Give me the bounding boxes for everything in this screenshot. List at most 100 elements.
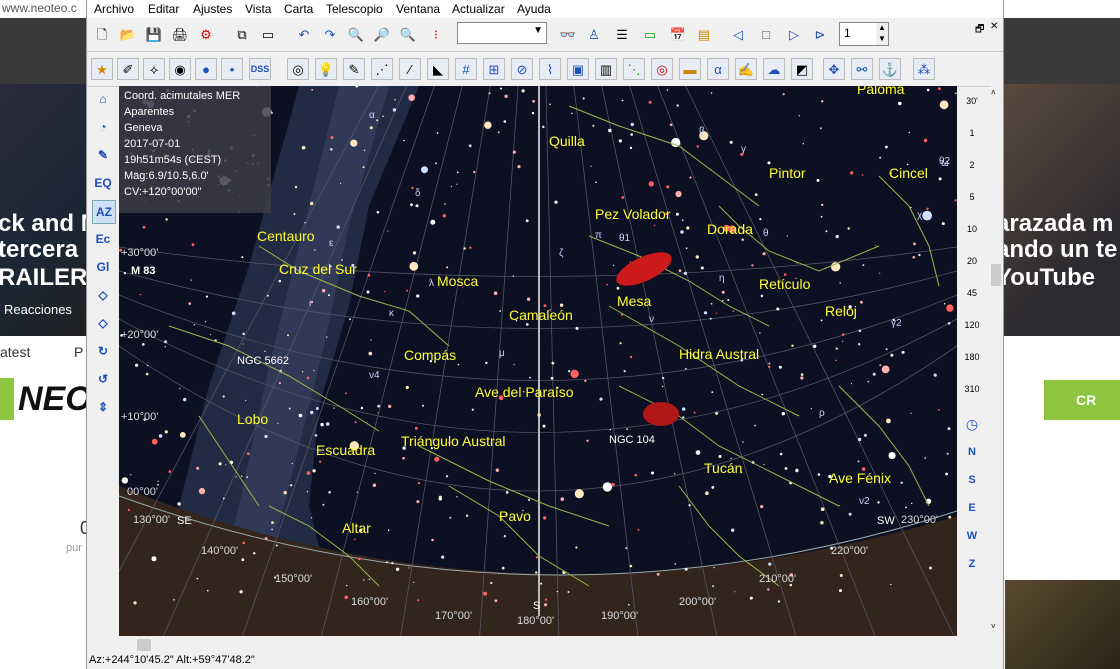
fov-select[interactable]: ▼: [457, 22, 547, 44]
flip-horizontal-icon[interactable]: ◇: [92, 284, 114, 306]
alpha-label-icon[interactable]: α: [707, 58, 729, 80]
copy-icon[interactable]: ⧉: [231, 23, 253, 45]
step-down-arrow-icon[interactable]: ▼: [876, 34, 888, 45]
observer-icon[interactable]: ♙: [583, 23, 605, 45]
sync-icon[interactable]: ◔: [92, 116, 114, 138]
open-folder-icon[interactable]: 📂: [117, 23, 139, 45]
find-icon[interactable]: 🔍: [397, 23, 419, 45]
grid-icon[interactable]: #: [455, 58, 477, 80]
fov-10[interactable]: 10: [957, 224, 987, 234]
ruler-icon[interactable]: ▬: [679, 58, 701, 80]
menu-editar[interactable]: Editar: [148, 2, 179, 16]
stripes-icon[interactable]: ▥: [595, 58, 617, 80]
zoom-in-icon[interactable]: 🔍: [345, 23, 367, 45]
site-logo[interactable]: NEO: [0, 372, 92, 428]
menu-ajustes[interactable]: Ajustes: [193, 2, 232, 16]
save-icon[interactable]: 💾: [143, 23, 165, 45]
azimuthal-button[interactable]: AZ: [92, 200, 116, 224]
latest-tab[interactable]: atest: [0, 344, 30, 360]
ecliptic-button[interactable]: Ec: [92, 228, 114, 250]
previous-icon[interactable]: ◁: [727, 23, 749, 45]
move-icon[interactable]: ✥: [823, 58, 845, 80]
menu-ventana[interactable]: Ventana: [396, 2, 440, 16]
fov-5[interactable]: 5: [957, 192, 987, 202]
browser-url[interactable]: www.neoteo.c: [2, 1, 77, 15]
horizon-view-icon[interactable]: ☁: [763, 58, 785, 80]
grid-labels-icon[interactable]: ⊞: [483, 58, 505, 80]
horizontal-scrollbar[interactable]: [119, 638, 957, 652]
sky-chart[interactable]: Paloma Quilla Pintor Cincel Centauro Pez Vola…: [119, 86, 957, 636]
clock-icon[interactable]: ◷: [957, 416, 987, 433]
label-tool-icon[interactable]: ✍: [735, 58, 757, 80]
window-icon[interactable]: ▭: [257, 23, 279, 45]
vertical-scroll-thumb[interactable]: [991, 264, 1001, 286]
redo-icon[interactable]: ↷: [319, 23, 341, 45]
camera-icon[interactable]: ◎: [287, 58, 309, 80]
direction-north[interactable]: N: [957, 446, 987, 458]
direction-south[interactable]: S: [957, 474, 987, 486]
binoculars-icon[interactable]: 👓: [557, 23, 579, 45]
next-icon[interactable]: ▷: [783, 23, 805, 45]
direction-zenith[interactable]: Z: [957, 558, 987, 570]
bulb-icon[interactable]: 💡: [315, 58, 337, 80]
star-icon[interactable]: ★: [91, 58, 113, 80]
scroll-down-icon[interactable]: ˅: [991, 622, 996, 631]
lines-icon[interactable]: ⋰: [371, 58, 393, 80]
menu-vista[interactable]: Vista: [245, 2, 271, 16]
menu-telescopio[interactable]: Telescopio: [326, 2, 383, 16]
flip-vertical-icon[interactable]: ◇: [92, 312, 114, 334]
galaxy-icon[interactable]: ◉: [169, 58, 191, 80]
pencil-icon[interactable]: ✎: [343, 58, 365, 80]
anchor-icon[interactable]: ⚓: [879, 58, 901, 80]
equatorial-button[interactable]: EQ: [92, 172, 114, 194]
notes-icon[interactable]: ✎: [92, 144, 114, 166]
fov-120[interactable]: 120: [957, 320, 987, 330]
brush-icon[interactable]: ⁄: [399, 58, 421, 80]
link-icon[interactable]: ⚯: [851, 58, 873, 80]
constellation-figure-icon[interactable]: ⌇: [539, 58, 561, 80]
direction-east[interactable]: E: [957, 502, 987, 514]
step-up-arrow-icon[interactable]: ▲: [876, 23, 888, 34]
new-chart-icon[interactable]: 🗋: [91, 23, 113, 45]
horizontal-scroll-thumb[interactable]: [137, 639, 151, 651]
fast-forward-icon[interactable]: ⊳: [809, 23, 831, 45]
night-mode-icon[interactable]: ◩: [791, 58, 813, 80]
comet-icon[interactable]: ✐: [117, 58, 139, 80]
direction-west[interactable]: W: [957, 530, 987, 542]
compass-icon[interactable]: ⊘: [511, 58, 533, 80]
planet-icon[interactable]: ●: [195, 58, 217, 80]
side-photo[interactable]: [1005, 580, 1120, 669]
fov-310[interactable]: 310: [957, 384, 987, 394]
vertical-scrollbar[interactable]: ˄ ˅: [991, 86, 1003, 636]
close-chart-icon[interactable]: ✕: [990, 21, 998, 32]
fov-20[interactable]: 20: [957, 256, 987, 266]
undo-icon[interactable]: ↶: [293, 23, 315, 45]
fov-45[interactable]: 45: [957, 288, 987, 298]
milky-way-icon[interactable]: ◣: [427, 58, 449, 80]
scroll-up-icon[interactable]: ˄: [991, 88, 996, 97]
ecliptic-icon[interactable]: ⋱: [623, 58, 645, 80]
menu-archivo[interactable]: Archivo: [94, 2, 134, 16]
step-stepper[interactable]: 1 ▲ ▼: [839, 22, 889, 46]
menu-carta[interactable]: Carta: [284, 2, 313, 16]
menu-actualizar[interactable]: Actualizar: [452, 2, 505, 16]
field-of-view-icon[interactable]: ⁝: [425, 23, 447, 45]
constellation-boundary-icon[interactable]: ▣: [567, 58, 589, 80]
fov-30min[interactable]: 30': [957, 96, 987, 106]
rotate-left-icon[interactable]: ↺: [92, 368, 114, 390]
list-icon[interactable]: ☰: [611, 23, 633, 45]
settings-gear-icon[interactable]: ⚙: [195, 23, 217, 45]
fov-1[interactable]: 1: [957, 128, 987, 138]
menu-ayuda[interactable]: Ayuda: [517, 2, 551, 16]
fov-2[interactable]: 2: [957, 160, 987, 170]
galactic-button[interactable]: Gl: [92, 256, 114, 278]
dss-image-icon[interactable]: DSS: [249, 58, 271, 80]
vertical-arrows-icon[interactable]: ⇕: [92, 396, 114, 418]
create-button[interactable]: CR: [1044, 380, 1120, 420]
print-icon[interactable]: 🖨: [169, 23, 191, 45]
horizon-icon[interactable]: ▭: [639, 23, 661, 45]
rotate-right-icon[interactable]: ↻: [92, 340, 114, 362]
hero-right[interactable]: arazada m ando un te YouTube: [1000, 84, 1120, 336]
nebula-icon[interactable]: ⟡: [143, 58, 165, 80]
target-icon[interactable]: ◎: [651, 58, 673, 80]
